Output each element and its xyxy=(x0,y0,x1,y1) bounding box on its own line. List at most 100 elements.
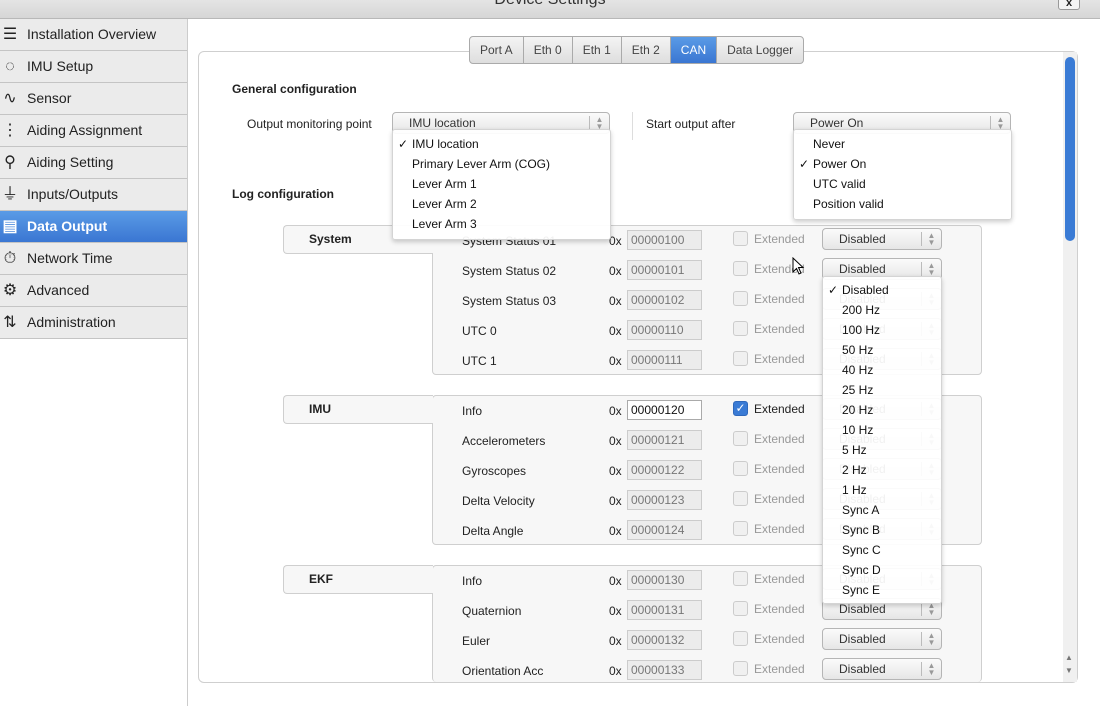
rate-select[interactable]: Disabled ▲▼ xyxy=(822,658,942,680)
menu-item-label: Sync A xyxy=(842,503,880,517)
tab-can[interactable]: CAN xyxy=(670,37,718,63)
message-label: Euler xyxy=(462,634,491,648)
extended-checkbox[interactable] xyxy=(733,601,748,616)
can-id-input[interactable]: 00000101 xyxy=(627,260,702,280)
extended-checkbox[interactable] xyxy=(733,491,748,506)
sidebar-item-network-time[interactable]: ⏱ Network Time xyxy=(0,243,187,275)
tab-data-logger[interactable]: Data Logger xyxy=(717,37,803,63)
rate-select[interactable]: Disabled ▲▼ xyxy=(822,628,942,650)
selected-value: IMU location xyxy=(409,116,476,130)
menu-item[interactable]: Sync D xyxy=(823,560,941,580)
sidebar-item-aiding-assignment[interactable]: ⋮ Aiding Assignment xyxy=(0,115,187,147)
menu-item[interactable]: ✓ IMU location xyxy=(393,134,610,154)
mouse-cursor-icon xyxy=(792,257,805,275)
can-id-input[interactable]: 00000120 xyxy=(627,400,702,420)
close-button[interactable]: x xyxy=(1058,0,1080,10)
rate-select[interactable]: Disabled ▲▼ xyxy=(822,228,942,250)
divider xyxy=(632,112,633,140)
can-id-input[interactable]: 00000122 xyxy=(627,460,702,480)
sidebar-item-aiding-setting[interactable]: ⚲ Aiding Setting xyxy=(0,147,187,179)
start-output-after-menu: Never ✓ Power On UTC valid Position valid xyxy=(793,129,1012,220)
extended-checkbox[interactable] xyxy=(733,631,748,646)
sidebar-item-imu-setup[interactable]: ◌ IMU Setup xyxy=(0,51,187,83)
menu-item[interactable]: Lever Arm 2 xyxy=(393,194,610,214)
extended-checkbox[interactable] xyxy=(733,261,748,276)
extended-label: Extended xyxy=(754,492,805,506)
menu-item[interactable]: 20 Hz xyxy=(823,400,941,420)
sidebar-item-installation-overview[interactable]: ☰ Installation Overview xyxy=(0,19,187,51)
extended-checkbox[interactable] xyxy=(733,571,748,586)
scrollbar-thumb[interactable] xyxy=(1065,57,1075,241)
extended-label: Extended xyxy=(754,572,805,586)
output-monitoring-point-label: Output monitoring point xyxy=(247,117,372,131)
extended-checkbox[interactable] xyxy=(733,321,748,336)
menu-item[interactable]: Lever Arm 3 xyxy=(393,214,610,234)
menu-item[interactable]: 40 Hz xyxy=(823,360,941,380)
menu-item[interactable]: UTC valid xyxy=(794,174,1011,194)
menu-item-label: 200 Hz xyxy=(842,303,881,317)
menu-item[interactable]: 1 Hz xyxy=(823,480,941,500)
can-id-input[interactable]: 00000123 xyxy=(627,490,702,510)
menu-item[interactable]: 200 Hz xyxy=(823,300,941,320)
menu-item[interactable]: Sync C xyxy=(823,540,941,560)
menu-item[interactable]: ✓ Disabled xyxy=(823,280,941,300)
message-label: System Status 03 xyxy=(462,294,557,308)
menu-item[interactable]: Lever Arm 1 xyxy=(393,174,610,194)
tab-eth-2[interactable]: Eth 2 xyxy=(622,37,671,63)
can-id-input[interactable]: 00000111 xyxy=(627,350,702,370)
menu-item[interactable]: Sync A xyxy=(823,500,941,520)
extended-checkbox[interactable] xyxy=(733,521,748,536)
menu-item[interactable]: Sync B xyxy=(823,520,941,540)
can-id-input[interactable]: 00000130 xyxy=(627,570,702,590)
log-configuration-heading: Log configuration xyxy=(232,187,334,201)
menu-item[interactable]: 5 Hz xyxy=(823,440,941,460)
hex-prefix: 0x xyxy=(609,664,622,678)
scrollbar[interactable]: ▲ ▼ xyxy=(1063,52,1077,682)
start-output-after-label: Start output after xyxy=(646,117,736,131)
can-id-input[interactable]: 00000110 xyxy=(627,320,702,340)
sidebar-item-inputs-outputs[interactable]: ⏚ Inputs/Outputs xyxy=(0,179,187,211)
can-id-input[interactable]: 00000121 xyxy=(627,430,702,450)
menu-item[interactable]: 100 Hz xyxy=(823,320,941,340)
extended-checkbox[interactable] xyxy=(733,291,748,306)
tab-eth-1[interactable]: Eth 1 xyxy=(573,37,622,63)
scroll-down-arrow-icon[interactable]: ▼ xyxy=(1065,666,1073,675)
sidebar-item-data-output[interactable]: ▤ Data Output xyxy=(0,211,187,243)
extended-checkbox[interactable]: ✓ xyxy=(733,401,748,416)
menu-item-label: Sync E xyxy=(842,583,881,597)
selected-value: Power On xyxy=(810,116,864,130)
menu-item[interactable]: 2 Hz xyxy=(823,460,941,480)
message-label: Gyroscopes xyxy=(462,464,527,478)
sidebar-item-administration[interactable]: ⇅ Administration xyxy=(0,307,187,339)
list-check-icon: ☰ xyxy=(2,26,18,43)
menu-item[interactable]: Position valid xyxy=(794,194,1011,214)
menu-item[interactable]: 25 Hz xyxy=(823,380,941,400)
can-id-input[interactable]: 00000102 xyxy=(627,290,702,310)
sidebar-item-sensor[interactable]: ∿ Sensor xyxy=(0,83,187,115)
extended-checkbox[interactable] xyxy=(733,231,748,246)
can-id-input[interactable]: 00000100 xyxy=(627,230,702,250)
hex-prefix: 0x xyxy=(609,464,622,478)
title-bar: Device Settings x xyxy=(0,0,1100,19)
menu-item[interactable]: 50 Hz xyxy=(823,340,941,360)
tab-eth-0[interactable]: Eth 0 xyxy=(524,37,573,63)
up-down-arrows-icon: ⇅ xyxy=(3,314,17,331)
can-id-input[interactable]: 00000131 xyxy=(627,600,702,620)
menu-item[interactable]: 10 Hz xyxy=(823,420,941,440)
menu-item[interactable]: Never xyxy=(794,134,1011,154)
menu-item[interactable]: Sync E xyxy=(823,580,941,600)
can-id-input[interactable]: 00000133 xyxy=(627,660,702,680)
extended-checkbox[interactable] xyxy=(733,351,748,366)
can-id-input[interactable]: 00000124 xyxy=(627,520,702,540)
menu-item-label: UTC valid xyxy=(813,177,866,191)
extended-checkbox[interactable] xyxy=(733,661,748,676)
extended-checkbox[interactable] xyxy=(733,461,748,476)
can-id-input[interactable]: 00000132 xyxy=(627,630,702,650)
extended-checkbox[interactable] xyxy=(733,431,748,446)
tab-port-a[interactable]: Port A xyxy=(470,37,524,63)
scroll-up-arrow-icon[interactable]: ▲ xyxy=(1065,653,1073,662)
menu-item[interactable]: ✓ Power On xyxy=(794,154,1011,174)
menu-item[interactable]: Primary Lever Arm (COG) xyxy=(393,154,610,174)
menu-item-label: 5 Hz xyxy=(842,443,867,457)
sidebar-item-advanced[interactable]: ⚙ Advanced xyxy=(0,275,187,307)
